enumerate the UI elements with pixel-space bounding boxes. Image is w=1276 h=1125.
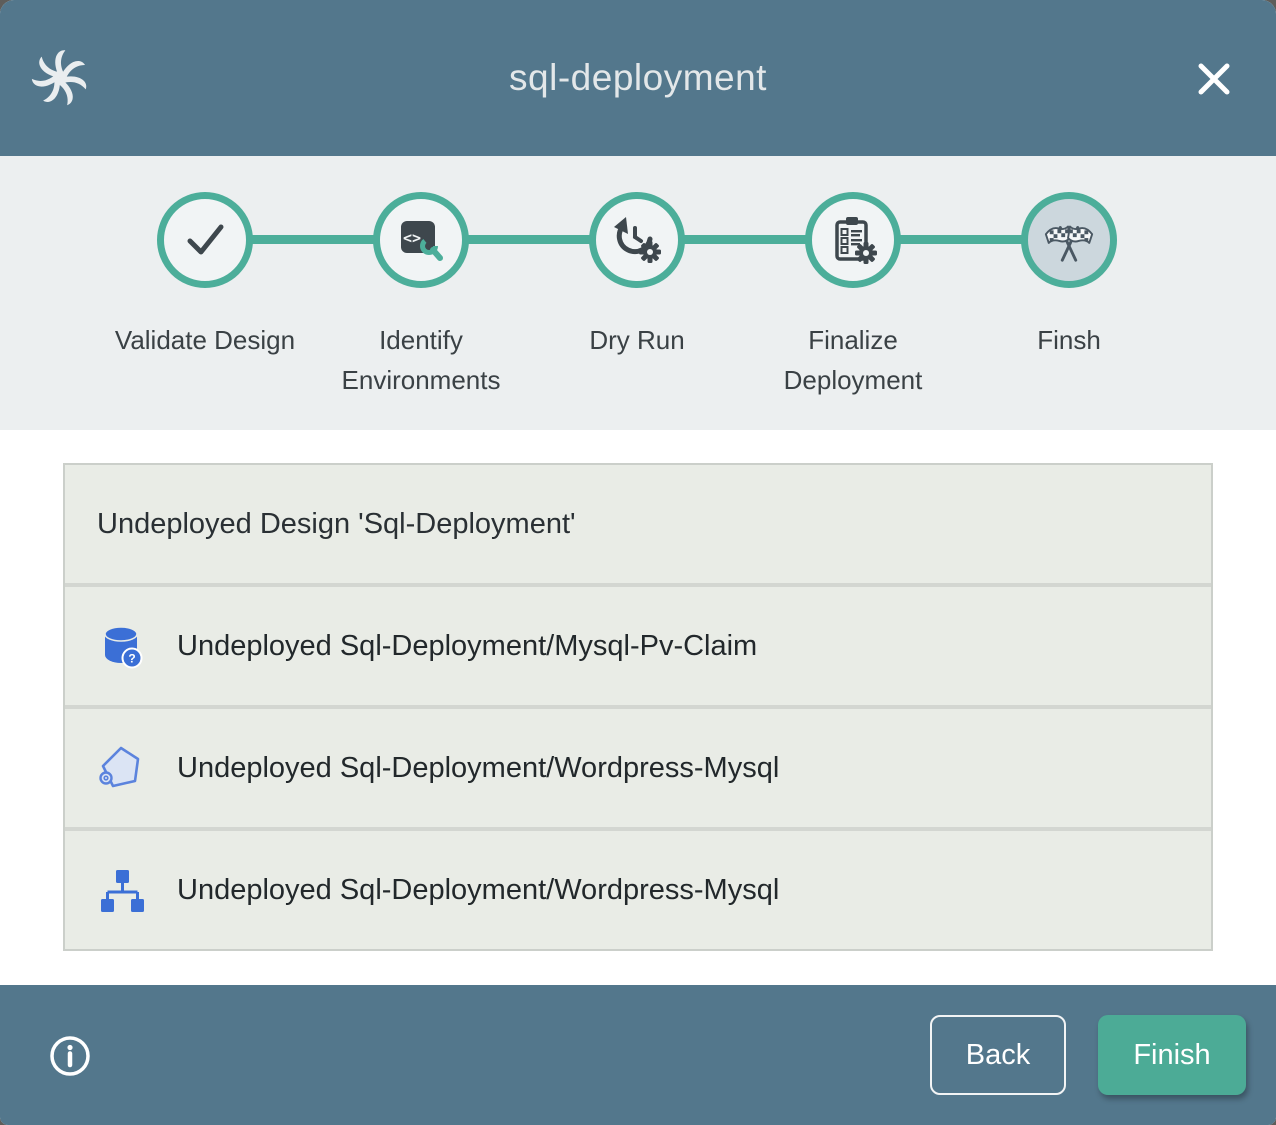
pod-icon <box>97 744 145 792</box>
clipboard-gear-icon <box>827 214 879 266</box>
deployment-status-panel: Undeployed Design 'Sql-Deployment' ? Und… <box>63 463 1213 951</box>
step-circle-identify-environments: <> <box>373 192 469 288</box>
status-text: Undeployed Sql-Deployment/Wordpress-Mysq… <box>177 874 779 907</box>
step-circle-finalize-deployment <box>805 192 901 288</box>
step-finish: Finsh <box>961 156 1177 400</box>
status-row-design: Undeployed Design 'Sql-Deployment' <box>65 465 1211 583</box>
deployment-wizard-modal: sql-deployment Validate Design <box>0 0 1276 1125</box>
step-label: Validate Design <box>115 320 295 360</box>
check-icon <box>179 214 231 266</box>
modal-footer: Back Finish <box>0 985 1276 1125</box>
close-icon <box>1194 59 1234 99</box>
finish-button[interactable]: Finish <box>1098 1015 1246 1095</box>
svg-text:<>: <> <box>403 229 421 247</box>
step-identify-environments: <> Identify Environments <box>313 156 529 400</box>
modal-header: sql-deployment <box>0 0 1276 156</box>
info-icon <box>48 1034 92 1078</box>
status-row-mysql-pv-claim: ? Undeployed Sql-Deployment/Mysql-Pv-Cla… <box>65 583 1211 705</box>
status-text: Undeployed Sql-Deployment/Mysql-Pv-Claim <box>177 630 757 663</box>
results-area: Undeployed Design 'Sql-Deployment' ? Und… <box>0 430 1276 985</box>
database-icon: ? <box>97 622 145 670</box>
svg-text:?: ? <box>128 652 135 666</box>
step-label: Dry Run <box>589 320 684 360</box>
modal-title: sql-deployment <box>0 57 1276 99</box>
checkered-flags-icon <box>1042 213 1096 267</box>
step-finalize-deployment: Finalize Deployment <box>745 156 961 400</box>
stepper: Validate Design <> Identify Environments <box>0 156 1276 430</box>
status-row-wordpress-mysql-tree: Undeployed Sql-Deployment/Wordpress-Mysq… <box>65 827 1211 949</box>
status-text: Undeployed Design 'Sql-Deployment' <box>97 508 576 541</box>
tree-icon <box>97 866 145 914</box>
step-label: Finalize Deployment <box>753 320 953 400</box>
step-validate-design: Validate Design <box>97 156 313 400</box>
history-gear-icon <box>611 214 663 266</box>
status-row-wordpress-mysql-pod: Undeployed Sql-Deployment/Wordpress-Mysq… <box>65 705 1211 827</box>
status-text: Undeployed Sql-Deployment/Wordpress-Mysq… <box>177 752 779 785</box>
close-button[interactable] <box>1192 57 1236 101</box>
step-label: Finsh <box>1037 320 1101 360</box>
step-circle-validate-design <box>157 192 253 288</box>
step-dry-run: Dry Run <box>529 156 745 400</box>
back-button[interactable]: Back <box>930 1015 1066 1095</box>
code-window-wrench-icon: <> <box>395 214 447 266</box>
step-circle-dry-run <box>589 192 685 288</box>
step-label: Identify Environments <box>321 320 521 400</box>
info-button[interactable] <box>48 1034 92 1078</box>
step-circle-finish <box>1021 192 1117 288</box>
